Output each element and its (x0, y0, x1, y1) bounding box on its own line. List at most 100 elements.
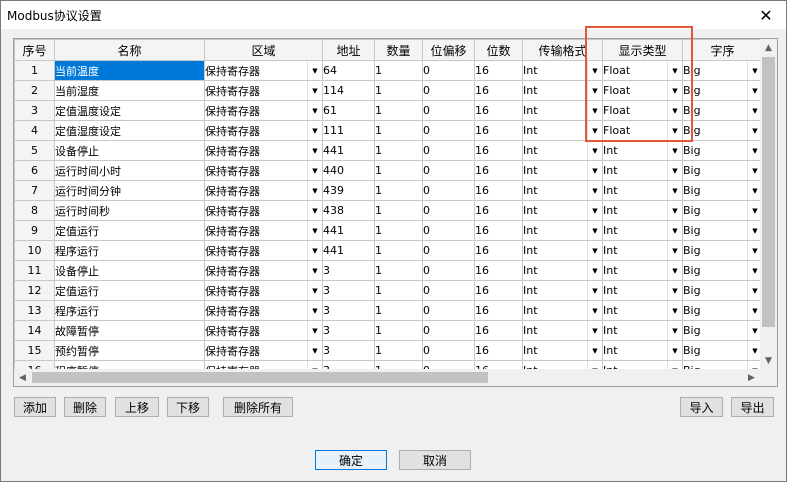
format-dropdown[interactable]: Int ▼ (522, 300, 603, 321)
format-dropdown[interactable]: Int ▼ (522, 120, 603, 141)
vertical-scrollbar[interactable]: ▲ ▼ (760, 39, 777, 369)
area-dropdown[interactable]: 保持寄存器 ▼ (204, 260, 323, 281)
bits-cell[interactable]: 16 (474, 220, 523, 241)
address-cell[interactable]: 114 (322, 80, 375, 101)
col-header-format[interactable]: 传输格式 (522, 39, 603, 61)
chevron-down-icon[interactable]: ▼ (307, 281, 322, 300)
bit-offset-cell[interactable]: 0 (422, 340, 475, 361)
bit-offset-cell[interactable]: 0 (422, 60, 475, 81)
count-cell[interactable]: 1 (374, 280, 423, 301)
area-dropdown[interactable]: 保持寄存器 ▼ (204, 140, 323, 161)
delete-button[interactable]: 删除 (64, 397, 106, 417)
display-type-dropdown[interactable]: Int ▼ (602, 300, 683, 321)
bit-offset-cell[interactable]: 0 (422, 180, 475, 201)
display-type-dropdown[interactable]: Float ▼ (602, 120, 683, 141)
word-order-dropdown[interactable]: Big▼ (682, 320, 763, 341)
chevron-down-icon[interactable]: ▼ (587, 261, 602, 280)
display-type-dropdown[interactable]: Int ▼ (602, 140, 683, 161)
address-cell[interactable]: 438 (322, 200, 375, 221)
name-cell[interactable]: 运行时间小时 (54, 160, 205, 181)
table-row[interactable]: 6 运行时间小时 保持寄存器 ▼ 440 1 0 16 Int ▼ Int ▼ Big ▼ (14, 160, 763, 181)
address-cell[interactable]: 3 (322, 320, 375, 341)
col-header-area[interactable]: 区域 (204, 39, 323, 61)
col-header-bit-offset[interactable]: 位偏移 (422, 39, 475, 61)
display-type-dropdown[interactable]: Int ▼ (602, 180, 683, 201)
bits-cell[interactable]: 16 (474, 240, 523, 261)
chevron-down-icon[interactable]: ▼ (667, 181, 682, 200)
bit-offset-cell[interactable]: 0 (422, 280, 475, 301)
bits-cell[interactable]: 16 (474, 320, 523, 341)
chevron-down-icon[interactable]: ▼ (587, 241, 602, 260)
word-order-dropdown[interactable]: Big▼ (682, 340, 763, 361)
count-cell[interactable]: 1 (374, 200, 423, 221)
display-type-dropdown[interactable]: Int ▼ (602, 220, 683, 241)
chevron-down-icon[interactable]: ▼ (307, 141, 322, 160)
bits-cell[interactable]: 16 (474, 180, 523, 201)
chevron-down-icon[interactable]: ▼ (307, 61, 322, 80)
word-order-dropdown[interactable]: Big▼ (682, 100, 763, 121)
chevron-down-icon[interactable]: ▼ (667, 161, 682, 180)
chevron-down-icon[interactable]: ▼ (587, 201, 602, 220)
format-dropdown[interactable]: Int ▼ (522, 180, 603, 201)
chevron-down-icon[interactable]: ▼ (307, 341, 322, 360)
display-type-dropdown[interactable]: Int ▼ (602, 240, 683, 261)
display-type-dropdown[interactable]: Int ▼ (602, 160, 683, 181)
word-order-dropdown[interactable]: Big▼ (682, 200, 763, 221)
name-cell[interactable]: 定值运行 (54, 280, 205, 301)
format-dropdown[interactable]: Int ▼ (522, 200, 603, 221)
address-cell[interactable]: 441 (322, 220, 375, 241)
table-row[interactable]: 13 程序运行 保持寄存器 ▼ 3 1 0 16 Int ▼ Int ▼ Big ▼ (14, 300, 763, 321)
chevron-down-icon[interactable]: ▼ (667, 101, 682, 120)
chevron-down-icon[interactable]: ▼ (307, 301, 322, 320)
col-header-bits[interactable]: 位数 (474, 39, 523, 61)
address-cell[interactable]: 64 (322, 60, 375, 81)
word-order-dropdown[interactable]: Big▼ (682, 300, 763, 321)
address-cell[interactable]: 3 (322, 260, 375, 281)
table-row[interactable]: 7 运行时间分钟 保持寄存器 ▼ 439 1 0 16 Int ▼ Int ▼ Big ▼ (14, 180, 763, 201)
name-cell[interactable]: 运行时间分钟 (54, 180, 205, 201)
address-cell[interactable]: 3 (322, 340, 375, 361)
format-dropdown[interactable]: Int ▼ (522, 100, 603, 121)
chevron-down-icon[interactable]: ▼ (667, 301, 682, 320)
add-button[interactable]: 添加 (14, 397, 56, 417)
count-cell[interactable]: 1 (374, 340, 423, 361)
name-cell[interactable]: 运行时间秒 (54, 200, 205, 221)
chevron-down-icon[interactable]: ▼ (667, 341, 682, 360)
display-type-dropdown[interactable]: Int ▼ (602, 280, 683, 301)
table-row[interactable]: 9 定值运行 保持寄存器 ▼ 441 1 0 16 Int ▼ Int ▼ Big ▼ (14, 220, 763, 241)
col-header-no[interactable]: 序号 (14, 39, 55, 61)
bit-offset-cell[interactable]: 0 (422, 120, 475, 141)
format-dropdown[interactable]: Int ▼ (522, 240, 603, 261)
format-dropdown[interactable]: Int ▼ (522, 280, 603, 301)
word-order-dropdown[interactable]: Big▼ (682, 60, 763, 81)
chevron-down-icon[interactable]: ▼ (307, 321, 322, 340)
count-cell[interactable]: 1 (374, 120, 423, 141)
address-cell[interactable]: 111 (322, 120, 375, 141)
address-cell[interactable]: 61 (322, 100, 375, 121)
count-cell[interactable]: 1 (374, 240, 423, 261)
area-dropdown[interactable]: 保持寄存器 ▼ (204, 80, 323, 101)
count-cell[interactable]: 1 (374, 260, 423, 281)
name-cell[interactable]: 定值湿度设定 (54, 120, 205, 141)
area-dropdown[interactable]: 保持寄存器 ▼ (204, 200, 323, 221)
bit-offset-cell[interactable]: 0 (422, 140, 475, 161)
scroll-up-icon[interactable]: ▲ (760, 39, 777, 56)
import-button[interactable]: 导入 (680, 397, 723, 417)
area-dropdown[interactable]: 保持寄存器 ▼ (204, 240, 323, 261)
chevron-down-icon[interactable]: ▼ (587, 121, 602, 140)
table-row[interactable]: 8 运行时间秒 保持寄存器 ▼ 438 1 0 16 Int ▼ Int ▼ Big ▼ (14, 200, 763, 221)
bits-cell[interactable]: 16 (474, 140, 523, 161)
count-cell[interactable]: 1 (374, 220, 423, 241)
export-button[interactable]: 导出 (731, 397, 774, 417)
bit-offset-cell[interactable]: 0 (422, 160, 475, 181)
display-type-dropdown[interactable]: Int ▼ (602, 320, 683, 341)
name-cell[interactable]: 程序运行 (54, 300, 205, 321)
word-order-dropdown[interactable]: Big▼ (682, 280, 763, 301)
table-row[interactable]: 12 定值运行 保持寄存器 ▼ 3 1 0 16 Int ▼ Int ▼ Big ▼ (14, 280, 763, 301)
word-order-dropdown[interactable]: Big▼ (682, 80, 763, 101)
format-dropdown[interactable]: Int ▼ (522, 320, 603, 341)
area-dropdown[interactable]: 保持寄存器 ▼ (204, 180, 323, 201)
count-cell[interactable]: 1 (374, 300, 423, 321)
name-cell[interactable]: 定值运行 (54, 220, 205, 241)
area-dropdown[interactable]: 保持寄存器 ▼ (204, 100, 323, 121)
